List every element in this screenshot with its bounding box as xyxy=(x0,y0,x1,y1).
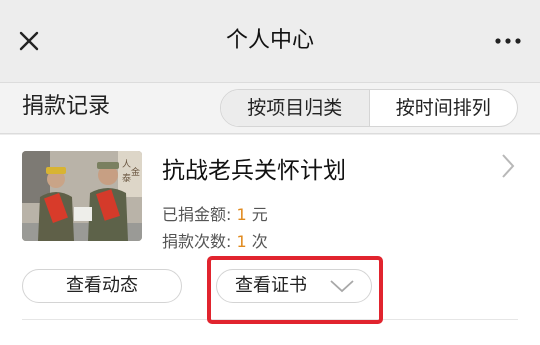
tab-by-project[interactable]: 按项目归类 xyxy=(221,90,369,126)
chevron-right-icon[interactable] xyxy=(498,151,518,181)
more-options-icon[interactable] xyxy=(490,26,526,56)
project-thumbnail[interactable]: 人 泰 金 xyxy=(22,151,142,241)
tab-by-time[interactable]: 按时间排列 xyxy=(370,90,518,126)
svg-text:泰: 泰 xyxy=(122,172,131,184)
donation-count-value: 1 xyxy=(236,232,247,251)
section-title: 捐款记录 xyxy=(22,94,111,119)
sort-segmented-control: 按项目归类 按时间排列 xyxy=(220,89,518,127)
donated-amount-value: 1 xyxy=(236,205,247,224)
svg-text:人: 人 xyxy=(122,159,131,170)
donated-amount-label: 已捐金额: xyxy=(162,205,237,224)
donation-records-header: 捐款记录 按项目归类 按时间排列 xyxy=(0,82,540,134)
highlight-box xyxy=(207,256,383,324)
donated-amount-row: 已捐金额: 1 元 xyxy=(162,203,268,227)
donation-count-row: 捐款次数: 1 次 xyxy=(162,230,268,254)
donated-amount-unit: 元 xyxy=(246,205,268,224)
donation-count-unit: 次 xyxy=(246,232,268,251)
donation-count-label: 捐款次数: xyxy=(162,232,237,251)
view-updates-button[interactable]: 查看动态 xyxy=(22,269,182,303)
project-title[interactable]: 抗战老兵关怀计划 xyxy=(162,155,346,187)
page-title: 个人中心 xyxy=(225,28,314,53)
top-navigation-bar: 个人中心 xyxy=(0,0,540,82)
svg-text:金: 金 xyxy=(131,166,140,178)
